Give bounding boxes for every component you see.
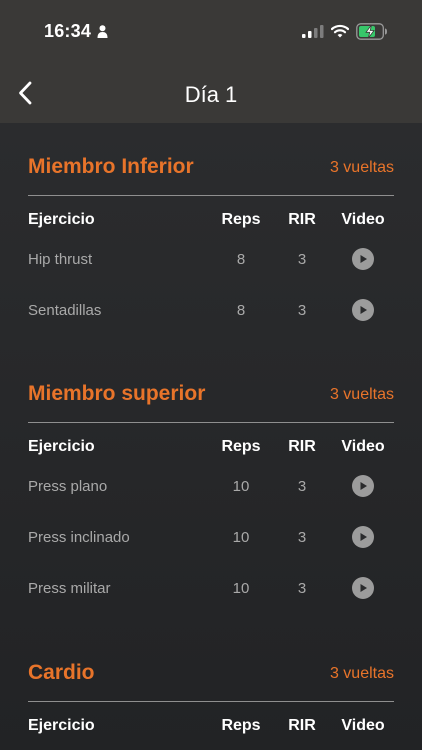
header-exercise: Ejercicio [28, 211, 95, 228]
table-row: Press plano 10 3 [28, 474, 394, 504]
header-video: Video [341, 438, 385, 455]
wifi-icon [331, 24, 349, 38]
nav-bar: Día 1 [0, 60, 422, 123]
play-video-button[interactable] [352, 299, 374, 321]
table-row: Press militar 10 3 [28, 576, 394, 606]
play-video-button[interactable] [352, 475, 374, 497]
exercise-reps: 10 [232, 580, 250, 597]
table-header: Ejercicio Reps RIR Video [28, 438, 394, 460]
table-header: Ejercicio Reps RIR Video [28, 211, 394, 233]
exercise-rir: 3 [297, 302, 307, 319]
exercise-name: Hip thrust [28, 251, 93, 268]
section-rounds: 3 vueltas [329, 159, 394, 176]
header-video: Video [341, 211, 385, 228]
header-video: Video [341, 717, 385, 734]
exercise-name: Sentadillas [28, 302, 102, 319]
header-rir: RIR [288, 211, 316, 228]
top-bar: 16:34 Día 1 [0, 0, 422, 123]
play-icon [360, 255, 367, 263]
person-icon [97, 25, 108, 38]
section-rounds: 3 vueltas [329, 386, 394, 403]
table-row: Sentadillas 8 3 [28, 298, 394, 328]
header-rir: RIR [288, 438, 316, 455]
status-time: 16:34 [44, 21, 92, 41]
header-exercise: Ejercicio [28, 717, 95, 734]
play-video-button[interactable] [352, 577, 374, 599]
workout-content[interactable]: Miembro Inferior 3 vueltas Ejercicio Rep… [0, 123, 422, 750]
play-icon [360, 306, 367, 314]
section-divider [28, 195, 394, 196]
section-rounds: 3 vueltas [329, 665, 394, 682]
page-title: Día 1 [184, 82, 238, 107]
header-rir: RIR [288, 717, 316, 734]
exercise-rir: 3 [297, 580, 307, 597]
header-exercise: Ejercicio [28, 438, 95, 455]
exercise-name: Press plano [28, 478, 108, 495]
header-reps: Reps [221, 438, 261, 455]
play-video-button[interactable] [352, 248, 374, 270]
table-row: Press inclinado 10 3 [28, 525, 394, 555]
battery-charging-icon [356, 23, 387, 40]
header-reps: Reps [221, 717, 261, 734]
section-title: Miembro superior [28, 382, 206, 405]
play-icon [360, 584, 367, 592]
exercise-reps: 8 [236, 302, 246, 319]
section-title: Miembro Inferior [28, 155, 194, 178]
signal-icon [302, 25, 324, 38]
exercise-reps: 10 [232, 529, 250, 546]
exercise-rir: 3 [297, 251, 307, 268]
exercise-rir: 3 [297, 529, 307, 546]
exercise-reps: 8 [236, 251, 246, 268]
exercise-name: Press inclinado [28, 529, 130, 546]
exercise-reps: 10 [232, 478, 250, 495]
header-reps: Reps [221, 211, 261, 228]
section-divider [28, 701, 394, 702]
exercise-rir: 3 [297, 478, 307, 495]
exercise-name: Press militar [28, 580, 111, 597]
play-icon [360, 533, 367, 541]
section-title: Cardio [28, 661, 95, 684]
play-video-button[interactable] [352, 526, 374, 548]
play-icon [360, 482, 367, 490]
table-row: Hip thrust 8 3 [28, 247, 394, 277]
status-bar: 16:34 [0, 0, 422, 60]
table-header: Ejercicio Reps RIR Video [28, 717, 394, 739]
section-divider [28, 422, 394, 423]
